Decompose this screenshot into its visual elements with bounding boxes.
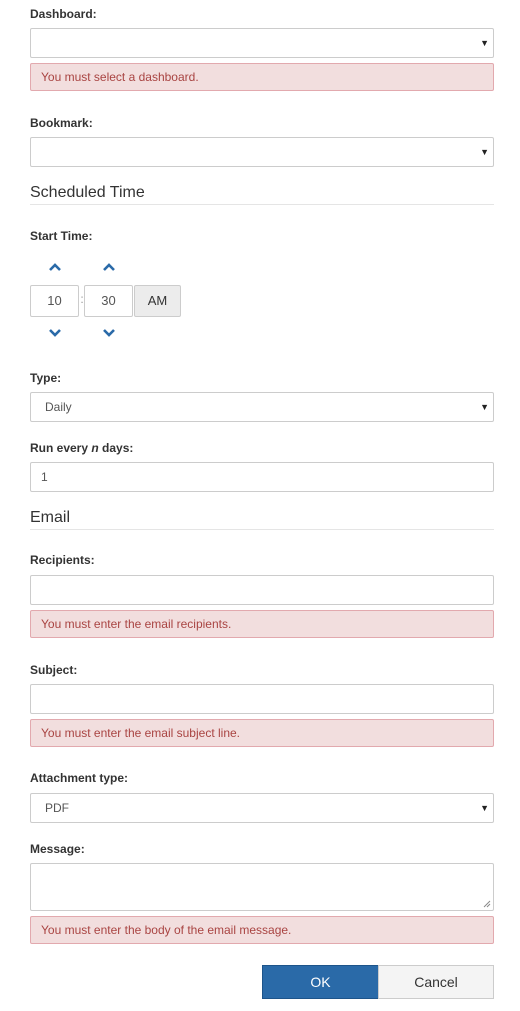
message-label: Message: xyxy=(30,842,85,856)
cancel-button[interactable]: Cancel xyxy=(378,965,494,999)
minute-decrement-button[interactable] xyxy=(102,328,116,338)
attachment-type-select-value: PDF xyxy=(45,801,69,815)
dashboard-select[interactable]: ▼ xyxy=(30,28,494,58)
minute-input[interactable]: 30 xyxy=(84,285,133,317)
chevron-up-icon xyxy=(103,263,115,271)
caret-down-icon: ▼ xyxy=(480,147,489,157)
meridiem-toggle-button[interactable]: AM xyxy=(134,285,181,317)
email-heading: Email xyxy=(30,509,71,526)
bookmark-select[interactable]: ▼ xyxy=(30,137,494,167)
run-every-label-n: n xyxy=(91,441,99,455)
message-textarea[interactable] xyxy=(30,863,494,911)
chevron-down-icon xyxy=(103,329,115,337)
attachment-type-label: Attachment type: xyxy=(30,771,129,785)
bookmark-label: Bookmark: xyxy=(30,116,93,130)
type-label: Type: xyxy=(30,371,62,385)
start-time-label: Start Time: xyxy=(30,229,93,243)
recipients-label: Recipients: xyxy=(30,553,95,567)
hour-input[interactable]: 10 xyxy=(30,285,79,317)
hour-increment-button[interactable] xyxy=(48,262,62,272)
subject-error: You must enter the email subject line. xyxy=(30,719,494,747)
subject-input[interactable] xyxy=(30,684,494,714)
resize-grip-icon[interactable] xyxy=(483,900,491,908)
run-every-label: Run every n days: xyxy=(30,441,133,455)
minute-increment-button[interactable] xyxy=(102,262,116,272)
caret-down-icon: ▼ xyxy=(480,38,489,48)
attachment-type-select[interactable]: PDF ▼ xyxy=(30,793,494,823)
dashboard-label: Dashboard: xyxy=(30,7,97,21)
section-divider xyxy=(30,204,494,205)
subject-label: Subject: xyxy=(30,663,78,677)
caret-down-icon: ▼ xyxy=(480,803,489,813)
section-divider xyxy=(30,529,494,530)
message-error: You must enter the body of the email mes… xyxy=(30,916,494,944)
run-every-label-suffix: days: xyxy=(98,441,134,455)
caret-down-icon: ▼ xyxy=(480,402,489,412)
run-every-label-prefix: Run every xyxy=(30,441,92,455)
chevron-up-icon xyxy=(49,263,61,271)
recipients-input[interactable] xyxy=(30,575,494,605)
recipients-error: You must enter the email recipients. xyxy=(30,610,494,638)
chevron-down-icon xyxy=(49,329,61,337)
run-every-input[interactable]: 1 xyxy=(30,462,494,492)
scheduled-time-heading: Scheduled Time xyxy=(30,184,145,201)
type-select-value: Daily xyxy=(45,400,72,414)
dashboard-error: You must select a dashboard. xyxy=(30,63,494,91)
hour-decrement-button[interactable] xyxy=(48,328,62,338)
type-select[interactable]: Daily ▼ xyxy=(30,392,494,422)
ok-button[interactable]: OK xyxy=(262,965,379,999)
